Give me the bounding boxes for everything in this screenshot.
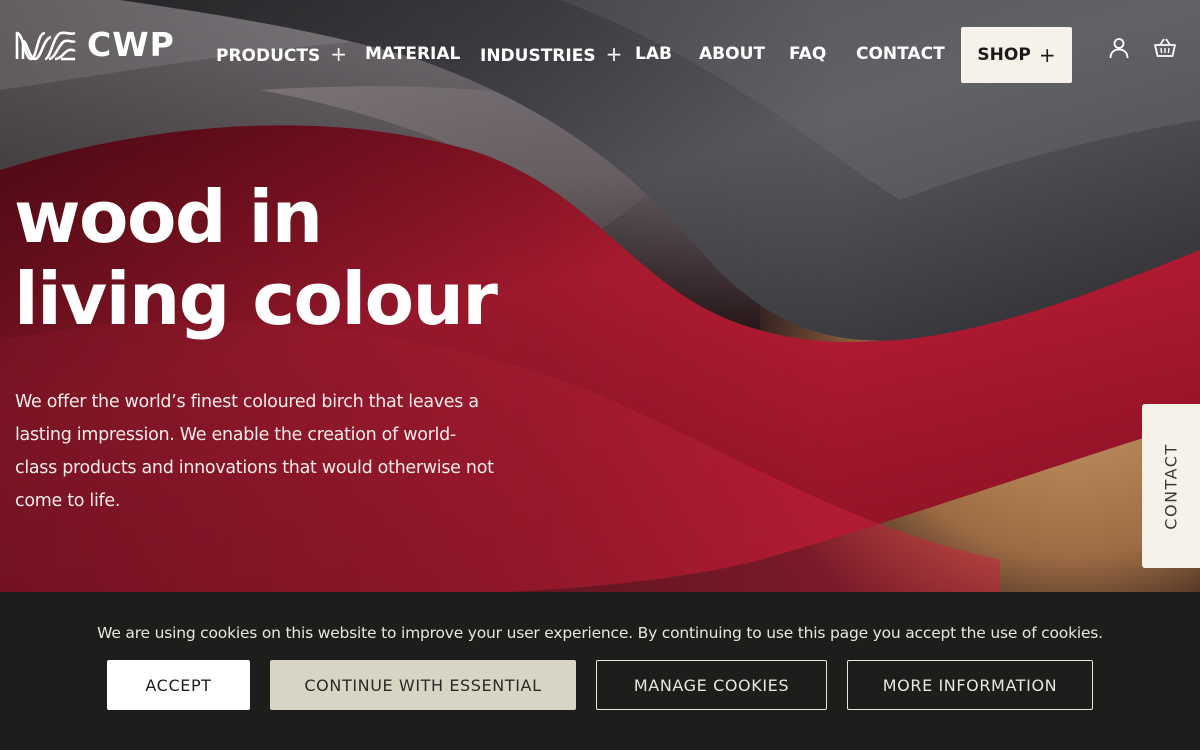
- cookie-message: We are using cookies on this website to …: [97, 624, 1103, 642]
- accept-cookies-button[interactable]: ACCEPT: [107, 660, 250, 710]
- site-header: CWP PRODUCTS + MATERIAL INDUSTRIES + LAB A…: [0, 0, 1200, 100]
- nav-faq[interactable]: FAQ: [789, 40, 826, 68]
- hero-headline: wood in living colour: [14, 176, 574, 340]
- nav-industries-label: INDUSTRIES: [480, 46, 596, 66]
- nav-lab-label: LAB: [635, 44, 672, 64]
- hero-intro-text: We offer the world’s finest coloured bir…: [15, 392, 494, 511]
- headline-line-1: wood in: [14, 175, 323, 259]
- shop-button[interactable]: SHOP +: [961, 27, 1072, 83]
- cookie-banner: We are using cookies on this website to …: [0, 592, 1200, 750]
- nav-about-label: ABOUT: [699, 44, 765, 64]
- plus-icon: +: [1038, 43, 1056, 67]
- brand-name: CWP: [87, 25, 175, 64]
- nav-industries[interactable]: INDUSTRIES +: [480, 40, 622, 70]
- plus-icon: +: [330, 42, 347, 66]
- side-contact-tab[interactable]: CONTACT: [1142, 404, 1200, 568]
- more-information-button[interactable]: MORE INFORMATION: [847, 660, 1093, 710]
- nav-products-label: PRODUCTS: [216, 46, 321, 66]
- shop-label: SHOP: [977, 45, 1031, 65]
- nav-material-label: MATERIAL: [365, 44, 461, 64]
- nav-about[interactable]: ABOUT: [699, 40, 765, 68]
- nav-products[interactable]: PRODUCTS +: [216, 40, 347, 70]
- plus-icon: +: [605, 42, 623, 66]
- wave-lines-logo-icon: [15, 31, 76, 61]
- headline-line-2: living colour: [14, 257, 498, 341]
- side-contact-label: CONTACT: [1161, 442, 1181, 530]
- continue-essential-button[interactable]: CONTINUE WITH ESSENTIAL: [270, 660, 576, 710]
- nav-lab[interactable]: LAB: [635, 40, 672, 68]
- nav-contact[interactable]: CONTACT: [856, 40, 945, 68]
- brand-logo[interactable]: CWP: [15, 28, 175, 62]
- nav-faq-label: FAQ: [789, 44, 827, 64]
- nav-material[interactable]: MATERIAL: [365, 40, 460, 68]
- user-icon[interactable]: [1107, 36, 1131, 60]
- basket-icon[interactable]: [1153, 36, 1177, 60]
- nav-contact-label: CONTACT: [856, 44, 945, 64]
- manage-cookies-button[interactable]: MANAGE COOKIES: [596, 660, 827, 710]
